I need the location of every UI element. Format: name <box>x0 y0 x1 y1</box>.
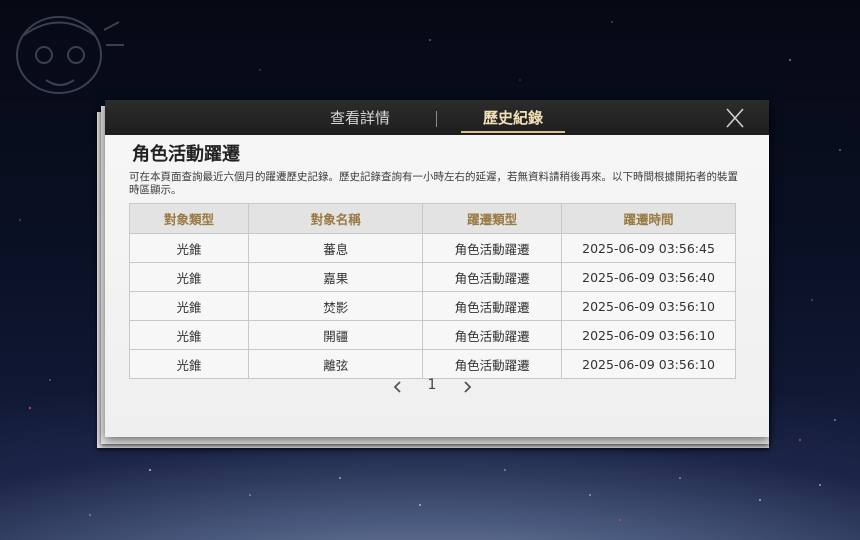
warp-type-cell: 角色活動躍遷 <box>422 320 563 350</box>
item-type-cell: 光錐 <box>128 320 250 350</box>
chevron-right-icon[interactable] <box>459 377 475 397</box>
warp-time-cell: 2025-06-09 03:56:10 <box>561 291 736 321</box>
table-header-row: 對象類型 對象名稱 躍遷類型 躍遷時間 <box>128 203 736 234</box>
column-header: 躍遷類型 <box>422 203 563 234</box>
item-name-cell: 嘉果 <box>248 262 424 292</box>
page-number[interactable]: 1 <box>423 377 441 393</box>
item-type-cell: 光錐 <box>128 349 250 379</box>
close-icon[interactable] <box>721 106 749 130</box>
description-text: 可在本頁面查詢最近六個月的躍遷歷史記錄。歷史記錄查詢有一小時左右的延遲，若無資料… <box>129 171 738 196</box>
table-row: 光錐 焚影 角色活動躍遷 2025-06-09 03:56:10 <box>128 291 736 321</box>
warp-time-cell: 2025-06-09 03:56:10 <box>561 349 736 379</box>
chevron-left-icon[interactable] <box>390 377 406 397</box>
item-name-cell: 焚影 <box>248 291 424 321</box>
table-row: 光錐 開疆 角色活動躍遷 2025-06-09 03:56:10 <box>128 320 736 350</box>
table-row: 光錐 嘉果 角色活動躍遷 2025-06-09 03:56:40 <box>128 262 736 292</box>
warp-type-cell: 角色活動躍遷 <box>422 291 563 321</box>
warp-type-cell: 角色活動躍遷 <box>422 262 563 292</box>
mascot-doodle <box>16 16 124 94</box>
pagination: 1 <box>105 377 769 397</box>
active-tab-indicator <box>461 131 565 133</box>
item-type-cell: 光錐 <box>128 291 250 321</box>
history-table: 對象類型 對象名稱 躍遷類型 躍遷時間 光錐 蕃息 角色活動躍遷 2025-06… <box>128 203 736 379</box>
tab-divider <box>436 111 437 127</box>
column-header: 對象名稱 <box>248 203 424 234</box>
item-name-cell: 離弦 <box>248 349 424 379</box>
warp-type-cell: 角色活動躍遷 <box>422 233 563 263</box>
item-type-cell: 光錐 <box>128 233 250 263</box>
tab-history[interactable]: 歷史紀錄 <box>461 100 565 135</box>
warp-time-cell: 2025-06-09 03:56:45 <box>561 233 736 263</box>
item-type-cell: 光錐 <box>128 262 250 292</box>
table-row: 光錐 蕃息 角色活動躍遷 2025-06-09 03:56:45 <box>128 233 736 263</box>
column-header: 躍遷時間 <box>561 203 736 234</box>
item-name-cell: 開疆 <box>248 320 424 350</box>
table-row: 光錐 離弦 角色活動躍遷 2025-06-09 03:56:10 <box>128 349 736 379</box>
page-title: 角色活動躍遷 <box>132 144 240 165</box>
tab-details[interactable]: 查看詳情 <box>315 100 405 135</box>
warp-time-cell: 2025-06-09 03:56:10 <box>561 320 736 350</box>
history-panel: 查看詳情 歷史紀錄 角色活動躍遷 可在本頁面查詢最近六個月的躍遷歷史記錄。歷史記… <box>105 100 769 437</box>
warp-time-cell: 2025-06-09 03:56:40 <box>561 262 736 292</box>
item-name-cell: 蕃息 <box>248 233 424 263</box>
column-header: 對象類型 <box>128 203 250 234</box>
warp-type-cell: 角色活動躍遷 <box>422 349 563 379</box>
tab-bar: 查看詳情 歷史紀錄 <box>105 100 769 135</box>
